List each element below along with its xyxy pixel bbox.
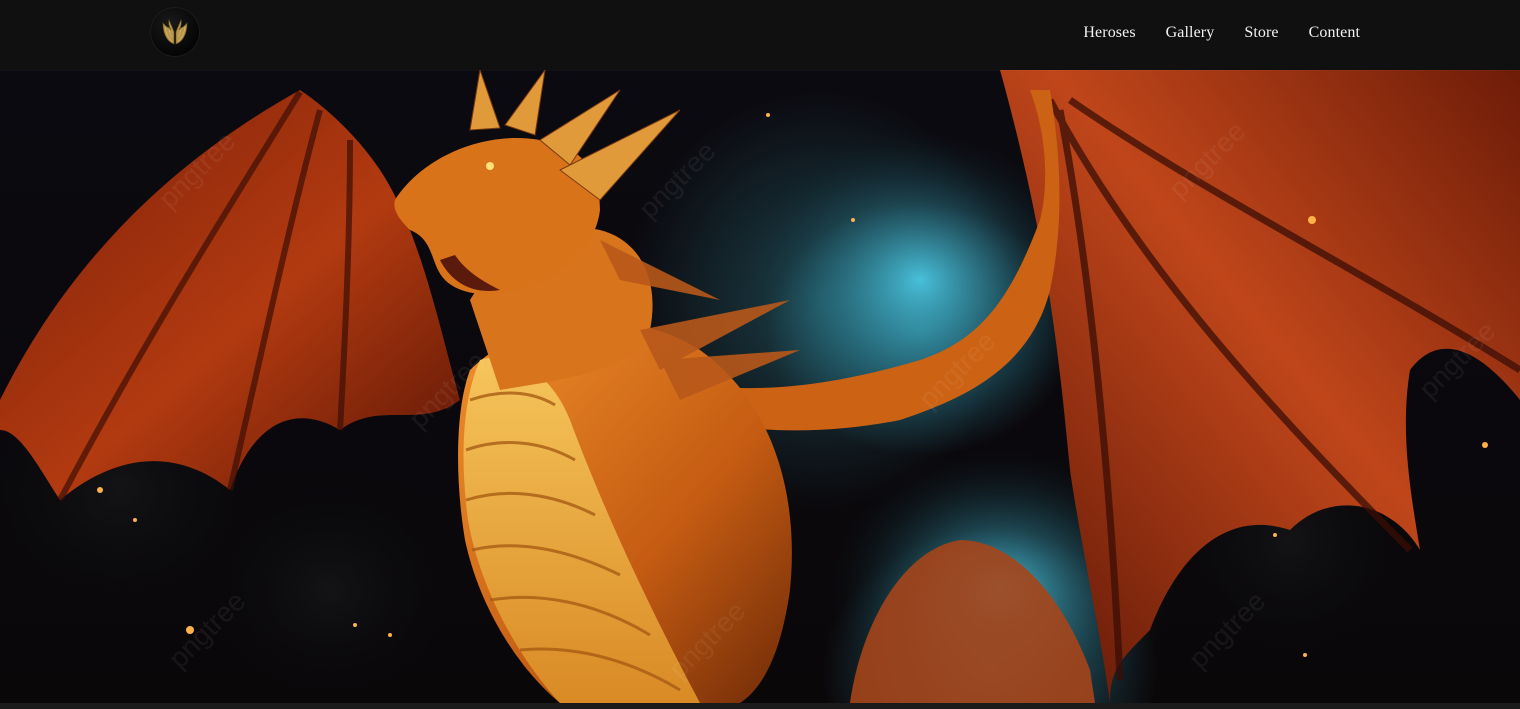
logo[interactable]: [150, 7, 200, 57]
hero-banner: pngtree pngtree pngtree pngtree pngtree …: [0, 70, 1520, 703]
ember: [851, 218, 855, 222]
horn: [469, 70, 501, 131]
top-navigation-bar: Heroses Gallery Store Content: [0, 0, 1520, 70]
ember: [1273, 533, 1277, 537]
nav-link-store[interactable]: Store: [1244, 24, 1278, 42]
nav-link-heroses[interactable]: Heroses: [1083, 24, 1135, 42]
ember: [766, 113, 770, 117]
ember: [1482, 442, 1488, 448]
ember: [353, 623, 357, 627]
golden-wings-icon: [162, 19, 188, 45]
nav-link-content[interactable]: Content: [1309, 24, 1360, 42]
nav-link-gallery[interactable]: Gallery: [1166, 24, 1215, 42]
horn: [504, 70, 546, 136]
ember: [97, 487, 103, 493]
dragon-eye: [486, 162, 494, 170]
ember: [133, 518, 137, 522]
ember: [1308, 216, 1316, 224]
bottom-edge: [0, 703, 1520, 709]
ember: [388, 633, 392, 637]
dragon-illustration: pngtree pngtree pngtree pngtree pngtree …: [0, 70, 1520, 703]
main-nav: Heroses Gallery Store Content: [1083, 0, 1360, 66]
ember: [1303, 653, 1307, 657]
